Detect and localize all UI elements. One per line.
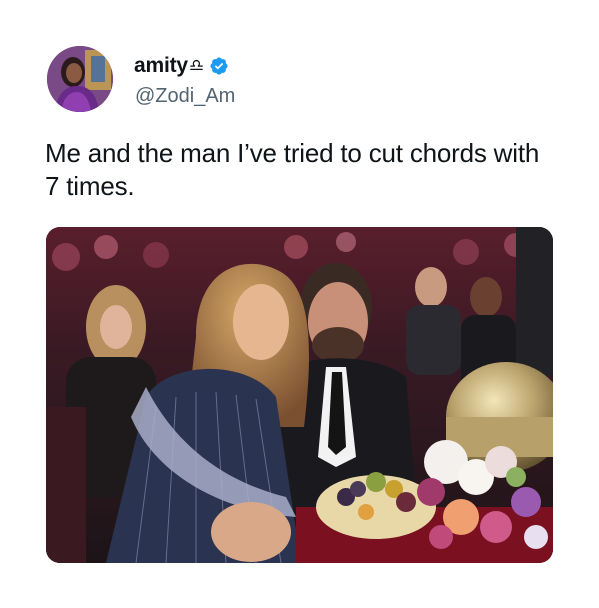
avatar[interactable] <box>47 46 113 112</box>
tweet-text: Me and the man I’ve tried to cut chords … <box>45 138 540 201</box>
tweet-photo[interactable] <box>46 227 553 563</box>
zodiac-symbol: ♎︎ <box>188 56 204 75</box>
verified-badge-icon <box>209 56 229 76</box>
display-name-text: amity <box>134 54 188 77</box>
user-handle[interactable]: @Zodi_Am <box>135 85 235 108</box>
display-name[interactable]: amity ♎︎ <box>134 54 229 78</box>
